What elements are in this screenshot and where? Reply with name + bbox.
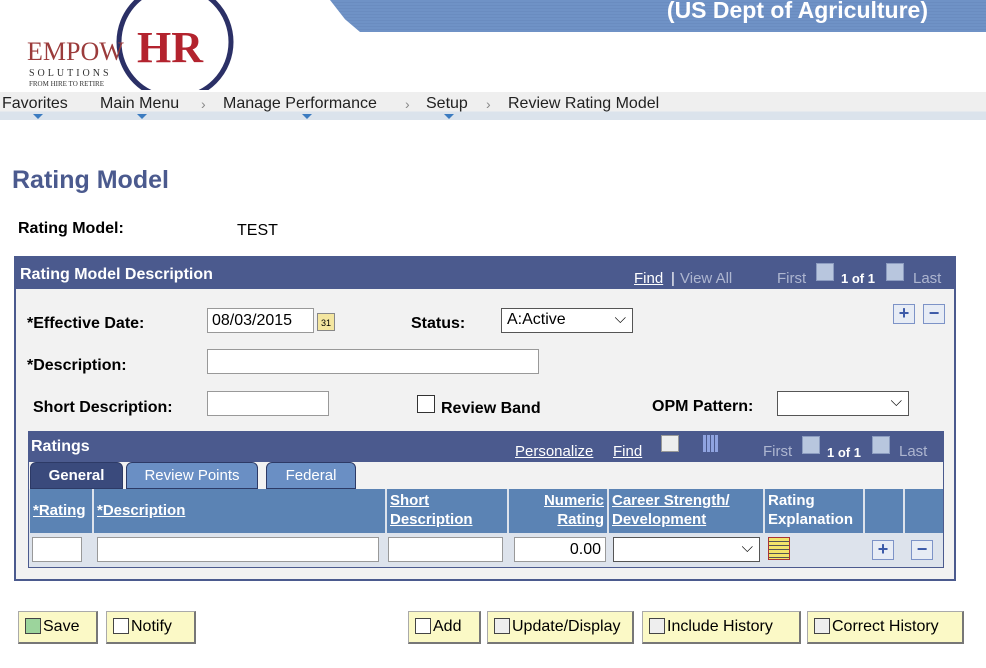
effective-date-label: *Effective Date: — [27, 315, 145, 332]
chevron-right-icon: › — [201, 96, 206, 112]
last-label: Last — [899, 443, 928, 460]
previous-icon — [802, 436, 820, 454]
description-label: *Description: — [27, 357, 127, 374]
first-label: First — [777, 270, 807, 287]
column-short-description[interactable]: Short Description — [387, 489, 509, 533]
ratings-title: Ratings — [31, 438, 90, 455]
add-row-button[interactable]: + — [893, 304, 915, 324]
column-rating-explanation: Rating Explanation — [765, 489, 865, 533]
next-icon — [886, 263, 904, 281]
correct-history-button[interactable]: Correct History — [807, 611, 964, 644]
opm-pattern-label: OPM Pattern: — [652, 398, 754, 415]
previous-icon — [816, 263, 834, 281]
short-description-input[interactable] — [207, 391, 329, 416]
svg-text:FROM HIRE TO RETIRE: FROM HIRE TO RETIRE — [29, 80, 104, 88]
correct-history-icon — [814, 618, 830, 634]
chevron-down-icon: ⌵ — [890, 393, 902, 410]
add-row-button[interactable]: + — [872, 540, 894, 560]
svg-text:HR: HR — [137, 23, 204, 72]
column-rating[interactable]: *Rating — [30, 489, 94, 533]
opm-pattern-select[interactable]: ⌵ — [777, 391, 909, 416]
include-history-button[interactable]: Include History — [642, 611, 801, 644]
career-strength-select[interactable]: ⌵ — [613, 537, 760, 562]
favorites-menu[interactable]: Favorites — [2, 95, 68, 113]
box-header: Rating Model Description Find | View All… — [16, 258, 954, 289]
download-grid-icon[interactable] — [703, 435, 719, 452]
ratings-grid: Ratings Personalize Find First 1 of 1 La… — [28, 431, 944, 568]
main-menu[interactable]: Main Menu — [100, 95, 179, 113]
status-select[interactable]: A:Active ⌵ — [501, 308, 633, 333]
breadcrumb-setup[interactable]: Setup — [426, 95, 468, 113]
next-icon — [872, 436, 890, 454]
tab-general[interactable]: General — [30, 462, 123, 489]
update-display-icon — [494, 618, 510, 634]
rating-input[interactable] — [32, 537, 82, 562]
empowhr-logo: EMPOW HR SOLUTIONS FROM HIRE TO RETIRE — [25, 0, 240, 101]
add-button[interactable]: Add — [408, 611, 481, 644]
page-title: Rating Model — [12, 166, 169, 194]
box-title: Rating Model Description — [20, 266, 213, 283]
delete-row-button[interactable]: − — [923, 304, 945, 324]
short-description-label: Short Description: — [33, 399, 173, 416]
add-icon — [415, 618, 431, 634]
new-window-icon[interactable] — [661, 435, 679, 452]
description-input[interactable] — [207, 349, 539, 374]
column-numeric-rating[interactable]: Numeric Rating — [509, 489, 609, 533]
tab-review-points[interactable]: Review Points — [126, 462, 258, 489]
status-value: A:Active — [507, 311, 566, 328]
agency-name: (US Dept of Agriculture) — [666, 0, 928, 23]
rating-model-label: Rating Model: — [18, 220, 124, 237]
personalize-link[interactable]: Personalize — [515, 443, 593, 460]
chevron-right-icon: › — [486, 96, 491, 112]
review-band-label: Review Band — [441, 400, 541, 417]
calendar-icon[interactable]: 31 — [317, 313, 335, 331]
dropdown-arrow-icon[interactable] — [33, 114, 43, 119]
find-link[interactable]: Find — [613, 443, 642, 460]
chevron-down-icon: ⌵ — [614, 310, 626, 327]
column-career-strength[interactable]: Career Strength/ Development — [609, 489, 765, 533]
status-label: Status: — [411, 315, 466, 332]
svg-text:SOLUTIONS: SOLUTIONS — [29, 68, 112, 79]
include-history-icon — [649, 618, 665, 634]
description-input[interactable] — [97, 537, 379, 562]
save-button[interactable]: Save — [18, 611, 98, 644]
first-label: First — [763, 443, 793, 460]
notify-icon — [113, 618, 129, 634]
row-count: 1 of 1 — [841, 271, 875, 286]
ratings-header: Ratings Personalize Find First 1 of 1 La… — [29, 432, 943, 462]
short-description-input[interactable] — [388, 537, 503, 562]
rating-model-value: TEST — [237, 222, 278, 239]
rating-model-description-box: Rating Model Description Find | View All… — [14, 256, 956, 581]
tab-federal[interactable]: Federal — [266, 462, 356, 489]
view-all-link: View All — [680, 270, 733, 287]
svg-text:EMPOW: EMPOW — [27, 37, 124, 66]
save-icon — [25, 618, 41, 634]
update-display-button[interactable]: Update/Display — [487, 611, 634, 644]
dropdown-arrow-icon[interactable] — [444, 114, 454, 119]
column-description[interactable]: *Description — [94, 489, 387, 533]
numeric-rating-input[interactable] — [514, 537, 606, 562]
find-link[interactable]: Find — [634, 270, 663, 287]
breadcrumb-manage-performance[interactable]: Manage Performance — [223, 95, 377, 113]
dropdown-arrow-icon[interactable] — [302, 114, 312, 119]
review-band-checkbox[interactable] — [417, 395, 435, 413]
notify-button[interactable]: Notify — [106, 611, 196, 644]
delete-row-button[interactable]: − — [911, 540, 933, 560]
chevron-right-icon: › — [405, 96, 410, 112]
dropdown-arrow-icon[interactable] — [137, 114, 147, 119]
effective-date-input[interactable] — [207, 308, 314, 333]
breadcrumb-nav: Favorites Main Menu › Manage Performance… — [0, 92, 986, 120]
header-banner: (US Dept of Agriculture) — [330, 0, 986, 32]
chevron-down-icon: ⌵ — [741, 539, 753, 556]
last-label: Last — [913, 270, 942, 287]
breadcrumb-current: Review Rating Model — [508, 95, 660, 112]
row-count: 1 of 1 — [827, 445, 861, 460]
rating-explanation-icon[interactable] — [768, 537, 790, 560]
